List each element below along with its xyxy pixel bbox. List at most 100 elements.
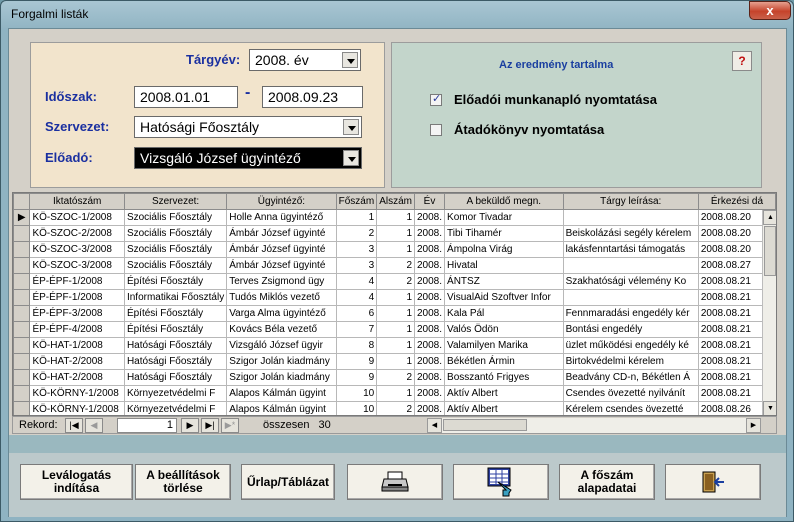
table-cell[interactable]: 1 (376, 337, 415, 354)
column-header[interactable]: Főszám (335, 193, 378, 210)
table-cell[interactable]: 8 (335, 337, 378, 354)
table-cell[interactable]: 2 (376, 401, 415, 415)
table-cell[interactable]: Kala Pál (444, 305, 564, 322)
table-cell[interactable]: Kérelem csendes övezetté (562, 401, 699, 415)
table-cell[interactable]: ÉP-ÉPF-1/2008 (29, 289, 125, 306)
table-cell[interactable]: 2 (376, 257, 415, 274)
eloado-combo[interactable]: Vizsgáló József ügyintéző (134, 147, 362, 169)
table-row[interactable]: KÖ-HAT-2/2008 Hatósági Főosztály Szigor Jo… (13, 353, 776, 370)
table-cell[interactable]: KÖ-SZOC-3/2008 (29, 241, 125, 258)
column-header[interactable]: A beküldő megn. (444, 193, 564, 210)
table-cell[interactable]: Valamilyen Marika (444, 337, 564, 354)
table-cell[interactable]: Ámbár József ügyinté (226, 241, 337, 258)
table-row[interactable]: KÖ-KÖRNY-1/2008 Környezetvédelmi F Alapos … (13, 401, 776, 415)
table-cell[interactable]: 2008. (413, 241, 446, 258)
table-row[interactable]: KÖ-HAT-1/2008 Hatósági Főosztály Vizsgáló … (13, 337, 776, 354)
table-cell[interactable]: Szociális Főosztály (123, 241, 228, 258)
start-filter-button[interactable]: Leválogatás indítása (20, 464, 133, 500)
row-selector[interactable] (13, 257, 31, 274)
table-cell[interactable]: Hatósági Főosztály (123, 337, 228, 354)
title-bar[interactable]: Forgalmi listák x (1, 1, 793, 28)
row-selector[interactable] (13, 353, 31, 370)
column-header[interactable]: Alszám (376, 193, 415, 210)
table-cell[interactable]: 3 (335, 241, 378, 258)
first-record-icon[interactable]: |◀ (65, 418, 83, 433)
horizontal-scrollbar[interactable]: ◀ ▶ (427, 418, 761, 433)
table-cell[interactable]: 2008. (413, 209, 446, 226)
table-cell[interactable]: Bontási engedély (562, 321, 699, 338)
table-cell[interactable]: Terves Zsigmond ügy (226, 273, 337, 290)
idoszak-to-input[interactable]: 2008.09.23 (262, 86, 363, 108)
table-cell[interactable]: KÖ-SZOC-1/2008 (29, 209, 125, 226)
table-cell[interactable]: ÁNTSZ (444, 273, 564, 290)
table-cell[interactable]: Csendes övezetté nyilvánít (562, 385, 699, 402)
column-header[interactable]: Év (413, 193, 446, 210)
row-selector[interactable] (13, 337, 31, 354)
row-selector[interactable] (13, 321, 31, 338)
column-header[interactable]: Iktatószám (29, 193, 125, 210)
column-header[interactable]: Ügyintéző: (226, 193, 337, 210)
table-cell[interactable]: Építési Főosztály (123, 305, 228, 322)
table-cell[interactable]: KÖ-SZOC-2/2008 (29, 225, 125, 242)
table-cell[interactable]: 2008. (413, 257, 446, 274)
table-cell[interactable]: Fennmaradási engedély kér (562, 305, 699, 322)
table-cell[interactable]: Szakhatósági vélemény Ko (562, 273, 699, 290)
table-cell[interactable]: Holle Anna ügyintéző (226, 209, 337, 226)
column-header[interactable]: Érkezési dá (697, 193, 776, 210)
table-row[interactable]: KÖ-KÖRNY-1/2008 Környezetvédelmi F Alapos … (13, 385, 776, 402)
table-cell[interactable]: VisualAid Szoftver Infor (444, 289, 564, 306)
table-cell[interactable]: Beiskolázási segély kérelem (562, 225, 699, 242)
table-cell[interactable]: Ámpolna Virág (444, 241, 564, 258)
table-cell[interactable]: 9 (335, 353, 378, 370)
scroll-thumb[interactable] (764, 226, 776, 276)
scroll-down-icon[interactable]: ▼ (763, 401, 776, 415)
table-cell[interactable]: 10 (335, 385, 378, 402)
table-cell[interactable]: 2008. (413, 385, 446, 402)
row-selector[interactable] (13, 273, 31, 290)
table-cell[interactable]: Hatósági Főosztály (123, 353, 228, 370)
table-cell[interactable]: Aktív Albert (444, 401, 564, 415)
table-cell[interactable]: 1 (376, 353, 415, 370)
table-row[interactable]: ÉP-ÉPF-3/2008 Építési Főosztály Varga Alma… (13, 305, 776, 322)
exit-button[interactable] (665, 464, 761, 500)
table-cell[interactable]: Kovács Béla vezető (226, 321, 337, 338)
next-record-icon[interactable]: ▶ (181, 418, 199, 433)
table-cell[interactable]: Ámbár József ügyinté (226, 257, 337, 274)
row-selector[interactable] (13, 225, 31, 242)
table-cell[interactable]: Tudós Miklós vezető (226, 289, 337, 306)
column-header[interactable]: Szervezet: (123, 193, 228, 210)
prev-record-icon[interactable]: ◀ (85, 418, 103, 433)
row-selector[interactable]: ▶ (13, 209, 31, 226)
close-button[interactable]: x (749, 1, 791, 20)
table-cell[interactable]: KÖ-HAT-2/2008 (29, 353, 125, 370)
opt2-label[interactable]: Átadókönyv nyomtatása (454, 122, 604, 137)
szervezet-combo[interactable]: Hatósági Főosztály (134, 116, 362, 138)
table-cell[interactable]: Aktív Albert (444, 385, 564, 402)
record-number-input[interactable]: 1 (117, 418, 177, 433)
table-cell[interactable]: Informatikai Főosztály (123, 289, 228, 306)
row-selector[interactable] (13, 385, 31, 402)
table-cell[interactable]: Varga Alma ügyintéző (226, 305, 337, 322)
table-row[interactable]: ÉP-ÉPF-1/2008 Informatikai Főosztály Tudós… (13, 289, 776, 306)
new-record-icon[interactable]: ▶* (221, 418, 239, 433)
table-cell[interactable]: Birtokvédelmi kérelem (562, 353, 699, 370)
targyev-combo[interactable]: 2008. év (249, 49, 361, 71)
row-selector[interactable] (13, 369, 31, 386)
table-cell[interactable] (562, 257, 699, 274)
row-selector[interactable] (13, 401, 31, 415)
table-cell[interactable]: KÖ-KÖRNY-1/2008 (29, 385, 125, 402)
table-row[interactable]: KÖ-HAT-2/2008 Hatósági Főosztály Szigor Jo… (13, 369, 776, 386)
table-cell[interactable]: KÖ-KÖRNY-1/2008 (29, 401, 125, 415)
table-cell[interactable]: 2008. (413, 353, 446, 370)
table-cell[interactable]: 1 (376, 305, 415, 322)
table-cell[interactable]: 2008. (413, 305, 446, 322)
table-cell[interactable]: 6 (335, 305, 378, 322)
scroll-up-icon[interactable]: ▲ (763, 210, 776, 225)
form-table-button[interactable]: Űrlap/Táblázat (241, 464, 335, 500)
table-cell[interactable]: Ámbár József ügyinté (226, 225, 337, 242)
table-cell[interactable]: 2008. (413, 321, 446, 338)
table-cell[interactable]: 3 (335, 257, 378, 274)
table-row[interactable]: KÖ-SZOC-3/2008 Szociális Főosztály Ámbár J… (13, 257, 776, 274)
table-cell[interactable]: 2008. (413, 273, 446, 290)
table-cell[interactable]: Valós Ödön (444, 321, 564, 338)
